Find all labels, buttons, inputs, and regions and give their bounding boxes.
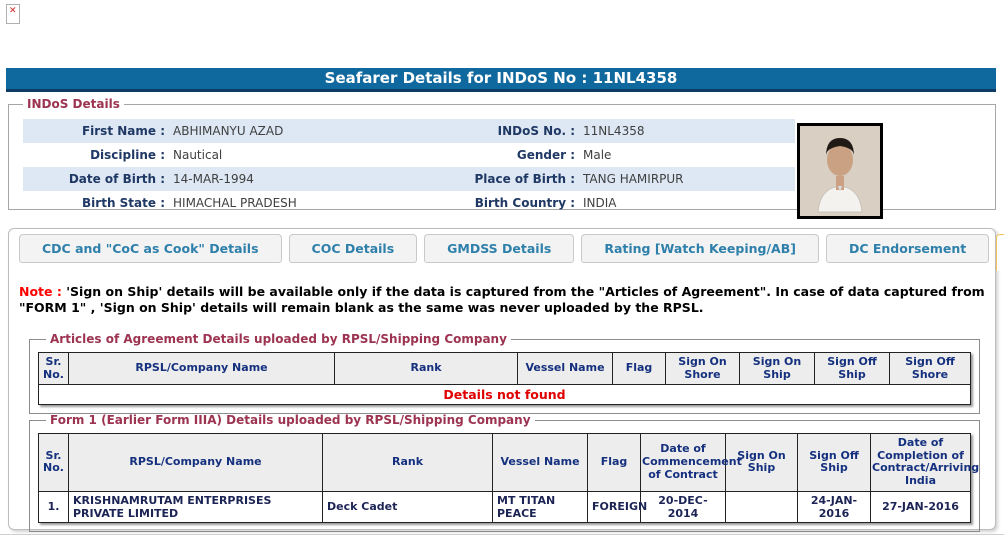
tab-bar: CDC and "CoC as Cook" Details COC Detail… [19, 234, 1004, 271]
indos-row-discipline: Discipline : Nautical Gender : Male [23, 143, 795, 167]
form1-col-company: RPSL/Company Name [68, 433, 323, 492]
articles-col-sign-off-shore: Sign Off Shore [889, 351, 971, 386]
tab-rating-watch-keeping[interactable]: Rating [Watch Keeping/AB] [581, 234, 819, 263]
indos-row-dob: Date of Birth : 14-MAR-1994 Place of Bir… [23, 167, 795, 191]
dob-label: Date of Birth : [68, 172, 165, 186]
form1-cell-srno: 1. [38, 490, 69, 523]
articles-legend: Articles of Agreement Details uploaded b… [50, 332, 507, 346]
first-name-value: ABHIMANYU AZAD [173, 124, 284, 138]
form1-col-commencement-date: Date of Commencement of Contract [640, 433, 742, 492]
discipline-label: Discipline : [90, 148, 165, 162]
birth-state-label: Birth State : [82, 196, 165, 210]
form1-cell-vessel: MT TITAN PEACE [492, 490, 588, 523]
gender-value: Male [583, 148, 612, 162]
discipline-value: Nautical [173, 148, 223, 162]
note-body: 'Sign on Ship' details will be available… [19, 284, 985, 315]
tab-sea-service-details[interactable]: Sea Service Details [996, 234, 1004, 271]
indos-rows: First Name : ABHIMANYU AZAD INDoS No. : … [23, 119, 795, 215]
form1-header-row: Sr. No. RPSL/Company Name Rank Vessel Na… [38, 433, 979, 492]
details-not-found-message: Details not found [38, 384, 971, 406]
articles-header-row: Sr. No. RPSL/Company Name Rank Vessel Na… [38, 351, 971, 386]
articles-col-sign-on-ship: Sign On Ship [739, 351, 815, 386]
articles-col-sign-on-shore: Sign On Shore [665, 351, 740, 386]
form1-col-rank: Rank [322, 433, 493, 492]
form1-col-flag: Flag [587, 433, 641, 492]
form1-cell-company: KRISHNAMRUTAM ENTERPRISES PRIVATE LIMITE… [68, 490, 323, 523]
place-of-birth-value: TANG HAMIRPUR [583, 172, 684, 186]
indos-no-label: INDoS No. : [497, 124, 575, 138]
birth-country-value: INDIA [583, 196, 617, 210]
tab-dc-endorsement[interactable]: DC Endorsement [825, 234, 990, 263]
indos-details-legend: INDoS Details [27, 97, 120, 111]
form1-cell-rank: Deck Cadet [322, 490, 493, 523]
articles-empty-row: Details not found [38, 384, 971, 406]
indos-details-fieldset: INDoS Details First Name : ABHIMANYU AZA… [8, 97, 996, 219]
note-prefix: Note : [19, 284, 62, 299]
dob-value: 14-MAR-1994 [173, 172, 254, 186]
form1-col-completion-date: Date of Completion of Contract/Arriving … [870, 433, 979, 492]
tab-coc-details[interactable]: COC Details [288, 234, 418, 263]
note-text: Note : 'Sign on Ship' details will be av… [19, 284, 991, 315]
page-title: Seafarer Details for INDoS No : 11NL4358 [6, 68, 996, 92]
page-bottom-divider [0, 534, 1004, 535]
indos-row-first-name: First Name : ABHIMANYU AZAD INDoS No. : … [23, 119, 795, 143]
articles-col-vessel: Vessel Name [517, 351, 613, 386]
form1-cell-sign-off-ship: 24-JAN-2016 [797, 490, 871, 523]
seafarer-photo [797, 123, 883, 219]
indos-row-birth-state: Birth State : HIMACHAL PRADESH Birth Cou… [23, 191, 795, 215]
form1-cell-completion-date: 27-JAN-2016 [870, 490, 971, 523]
form1-cell-sign-on-ship [725, 490, 798, 523]
place-of-birth-label: Place of Birth : [474, 172, 575, 186]
articles-col-flag: Flag [612, 351, 666, 386]
birth-state-value: HIMACHAL PRADESH [173, 196, 297, 210]
tab-cdc-coc-as-cook[interactable]: CDC and "CoC as Cook" Details [19, 234, 282, 263]
form1-data-row: 1. KRISHNAMRUTAM ENTERPRISES PRIVATE LIM… [38, 490, 971, 523]
form1-col-sign-off-ship: Sign Off Ship [797, 433, 871, 492]
form1-col-srno: Sr. No. [38, 433, 69, 492]
form1-table: Sr. No. RPSL/Company Name Rank Vessel Na… [38, 433, 979, 523]
indos-no-value: 11NL4358 [583, 124, 645, 138]
articles-table: Sr. No. RPSL/Company Name Rank Vessel Na… [38, 351, 971, 406]
articles-col-srno: Sr. No. [38, 351, 69, 386]
articles-col-rank: Rank [334, 351, 518, 386]
broken-image-icon: ✕ [6, 4, 20, 24]
articles-col-sign-off-ship: Sign Off Ship [814, 351, 890, 386]
articles-col-company: RPSL/Company Name [68, 351, 335, 386]
form1-legend: Form 1 (Earlier Form IIIA) Details uploa… [50, 413, 531, 427]
form1-col-vessel: Vessel Name [492, 433, 588, 492]
form1-cell-flag: FOREIGN [587, 490, 647, 523]
form1-cell-commencement-date: 20-DEC-2014 [640, 490, 726, 523]
tab-panel: CDC and "CoC as Cook" Details COC Detail… [8, 228, 1004, 532]
articles-of-agreement-fieldset: Articles of Agreement Details uploaded b… [29, 332, 980, 415]
tab-gmdss-details[interactable]: GMDSS Details [424, 234, 575, 263]
form1-fieldset: Form 1 (Earlier Form IIIA) Details uploa… [29, 413, 980, 532]
first-name-label: First Name : [81, 124, 165, 138]
birth-country-label: Birth Country : [474, 196, 575, 210]
gender-label: Gender : [516, 148, 575, 162]
